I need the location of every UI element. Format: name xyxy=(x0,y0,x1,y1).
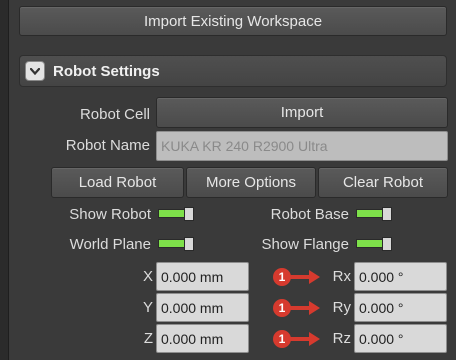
robot-settings-header[interactable]: Robot Settings xyxy=(19,55,447,87)
robot-base-label: Robot Base xyxy=(270,206,349,223)
show-flange-label: Show Flange xyxy=(261,236,349,253)
arrow-head-icon xyxy=(309,301,320,315)
toggle-knob xyxy=(382,207,392,221)
robot-name-field: KUKA KR 240 R2900 Ultra xyxy=(156,131,448,161)
show-flange-toggle[interactable] xyxy=(356,237,394,251)
annotation-marker-rz: 1 xyxy=(273,328,323,350)
annotation-number: 1 xyxy=(273,299,291,317)
toggle-track xyxy=(356,209,384,218)
world-plane-toggle[interactable] xyxy=(158,237,196,251)
annotation-number: 1 xyxy=(273,268,291,286)
ry-label: Ry xyxy=(332,299,351,316)
load-robot-button[interactable]: Load Robot xyxy=(51,167,184,198)
robot-cell-label: Robot Cell xyxy=(79,106,150,123)
ry-rotation-input[interactable]: 0.000 ° xyxy=(354,293,447,322)
arrow-head-icon xyxy=(309,270,320,284)
clear-robot-button[interactable]: Clear Robot xyxy=(318,167,448,198)
robot-cell-import-button[interactable]: Import xyxy=(156,97,448,128)
world-plane-label: World Plane xyxy=(69,236,151,253)
chevron-down-icon[interactable] xyxy=(25,61,45,81)
robot-base-toggle[interactable] xyxy=(356,207,394,221)
toggle-track xyxy=(356,239,384,248)
rx-rotation-input[interactable]: 0.000 ° xyxy=(354,262,447,291)
arrow-head-icon xyxy=(309,332,320,346)
section-title: Robot Settings xyxy=(53,62,160,80)
z-position-input[interactable]: 0.000 mm xyxy=(156,324,249,353)
annotation-marker-rx: 1 xyxy=(273,266,323,288)
x-label: X xyxy=(142,268,153,285)
toggle-track xyxy=(158,209,186,218)
rz-label: Rz xyxy=(332,330,351,347)
annotation-number: 1 xyxy=(273,330,291,348)
robot-name-label: Robot Name xyxy=(65,137,150,154)
annotation-marker-ry: 1 xyxy=(273,297,323,319)
show-robot-toggle[interactable] xyxy=(158,207,196,221)
show-robot-label: Show Robot xyxy=(69,206,151,223)
x-position-input[interactable]: 0.000 mm xyxy=(156,262,249,291)
toggle-knob xyxy=(184,237,194,251)
toggle-track xyxy=(158,239,186,248)
toggle-knob xyxy=(382,237,392,251)
more-options-button[interactable]: More Options xyxy=(186,167,316,198)
import-existing-workspace-button[interactable]: Import Existing Workspace xyxy=(19,6,447,36)
y-label: Y xyxy=(142,299,153,316)
toggle-knob xyxy=(184,207,194,221)
rx-label: Rx xyxy=(332,268,351,285)
y-position-input[interactable]: 0.000 mm xyxy=(156,293,249,322)
rz-rotation-input[interactable]: 0.000 ° xyxy=(354,324,447,353)
left-frame-border xyxy=(0,0,9,360)
z-label: Z xyxy=(143,330,153,347)
